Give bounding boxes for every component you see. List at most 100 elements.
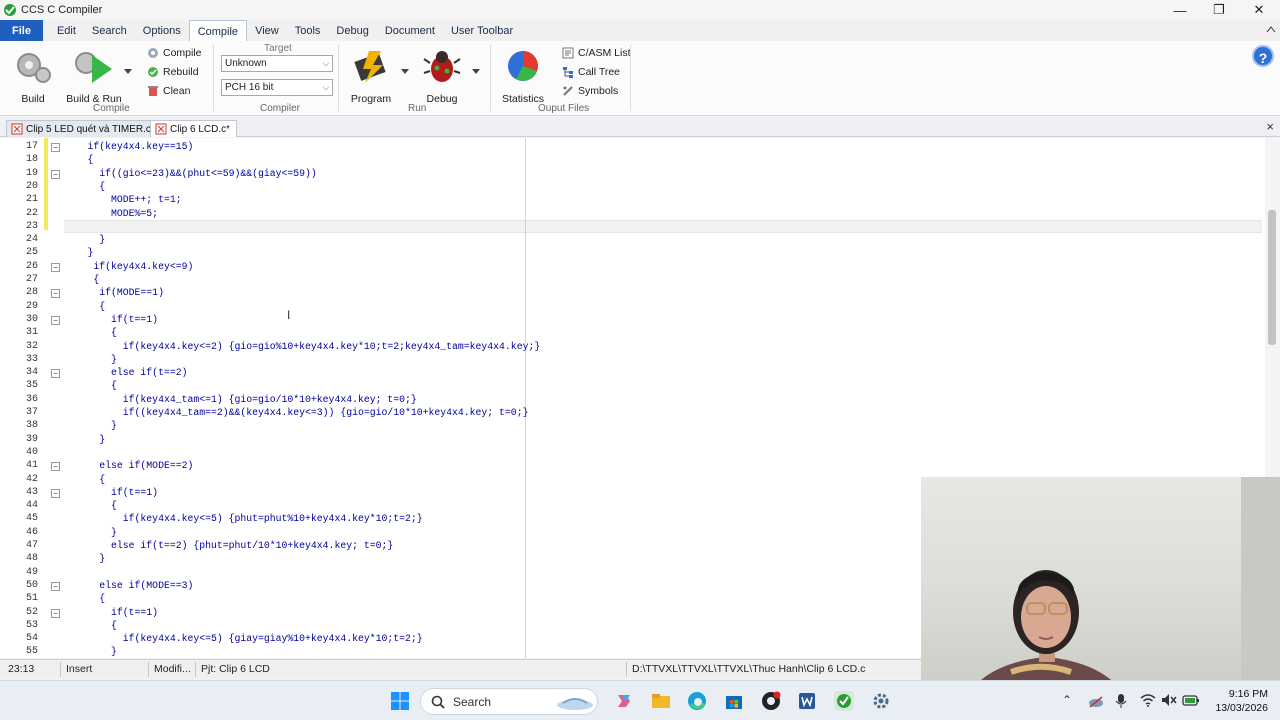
word-icon[interactable] bbox=[797, 691, 817, 711]
ribbon: Build Build & Run Compile Rebuild Clean … bbox=[0, 41, 1280, 116]
menu-document[interactable]: Document bbox=[377, 20, 443, 41]
chrome-debug-icon[interactable] bbox=[761, 691, 781, 711]
restore-button[interactable]: ❐ bbox=[1199, 0, 1239, 20]
build-run-dropdown-icon[interactable] bbox=[124, 69, 132, 75]
taskbar-search[interactable]: Search bbox=[420, 688, 598, 715]
line-number: 33 bbox=[25, 353, 38, 365]
fold-toggle-icon[interactable]: − bbox=[51, 315, 60, 325]
program-dropdown-icon[interactable] bbox=[401, 69, 409, 75]
line-number: 28 bbox=[25, 287, 38, 299]
line-number: 35 bbox=[25, 380, 38, 392]
minimize-button[interactable]: — bbox=[1160, 0, 1200, 20]
wifi-icon[interactable] bbox=[1140, 693, 1156, 707]
fold-toggle-icon[interactable]: − bbox=[51, 289, 60, 299]
microphone-icon[interactable] bbox=[1115, 693, 1127, 709]
menu-edit[interactable]: Edit bbox=[49, 20, 84, 41]
compiler-select[interactable]: PCH 16 bit ⌵ bbox=[221, 79, 333, 96]
document-tabs: Clip 5 LED quét và TIMER.c Clip 6 LCD.c*… bbox=[0, 118, 1280, 137]
presenter-video-image bbox=[981, 477, 1280, 680]
group-compile-label: Compile bbox=[93, 103, 130, 114]
debug-dropdown-icon[interactable] bbox=[472, 69, 480, 75]
target-value: Unknown bbox=[225, 58, 267, 69]
program-button[interactable]: Program bbox=[346, 47, 396, 105]
debug-button[interactable]: Debug bbox=[420, 47, 464, 105]
modified-lines-marker bbox=[44, 138, 48, 230]
code-line: else if(MODE==3) bbox=[64, 579, 194, 591]
fold-toggle-icon[interactable]: − bbox=[51, 462, 60, 472]
settings-app-icon[interactable] bbox=[871, 691, 891, 711]
volume-muted-icon[interactable] bbox=[1161, 693, 1177, 707]
tab-clip6[interactable]: Clip 6 LCD.c* bbox=[150, 120, 238, 137]
group-run-label: Run bbox=[408, 103, 427, 114]
menu-user-toolbar[interactable]: User Toolbar bbox=[443, 20, 521, 41]
close-tab-icon[interactable]: × bbox=[1266, 119, 1274, 134]
windows-taskbar: Search ⌃ 9:16 PM 13/03/2026 bbox=[0, 680, 1280, 720]
menu-tools[interactable]: Tools bbox=[287, 20, 329, 41]
file-explorer-icon[interactable] bbox=[651, 691, 671, 711]
compile-button[interactable]: Compile bbox=[147, 47, 202, 59]
target-select[interactable]: Unknown ⌵ bbox=[221, 55, 333, 72]
webcam-overlay bbox=[921, 477, 1280, 680]
code-line: } bbox=[64, 247, 94, 259]
pie-chart-icon bbox=[508, 51, 538, 81]
line-number: 55 bbox=[25, 646, 38, 658]
taskbar-clock[interactable]: 9:16 PM 13/03/2026 bbox=[1215, 687, 1268, 715]
target-chevron-icon: ⌵ bbox=[322, 59, 329, 68]
build-label: Build bbox=[21, 93, 45, 105]
compile-gear-icon bbox=[148, 48, 158, 58]
tab-clip5[interactable]: Clip 5 LED quét và TIMER.c bbox=[6, 120, 158, 137]
cursor-position: 23:13 bbox=[8, 663, 35, 675]
line-number: 25 bbox=[25, 247, 38, 259]
menu-compile[interactable]: Compile bbox=[188, 20, 248, 41]
casm-list-button[interactable]: C/ASM List bbox=[562, 47, 631, 59]
fold-toggle-icon[interactable]: − bbox=[51, 488, 60, 498]
debug-bug-icon bbox=[423, 51, 461, 82]
menu-file[interactable]: File bbox=[0, 20, 43, 41]
fold-toggle-icon[interactable]: − bbox=[51, 143, 60, 152]
menu-options[interactable]: Options bbox=[135, 20, 189, 41]
fold-toggle-icon[interactable]: − bbox=[51, 581, 60, 591]
line-number: 26 bbox=[25, 260, 38, 272]
code-line: } bbox=[64, 553, 106, 565]
clean-button[interactable]: Clean bbox=[147, 85, 190, 97]
build-run-button[interactable]: Build & Run bbox=[66, 47, 122, 105]
line-number: 20 bbox=[25, 180, 38, 192]
menu-search[interactable]: Search bbox=[84, 20, 135, 41]
menu-view[interactable]: View bbox=[247, 20, 287, 41]
fold-toggle-icon[interactable]: − bbox=[51, 169, 60, 179]
search-highlight-icon bbox=[557, 697, 593, 710]
store-icon[interactable] bbox=[724, 691, 744, 711]
close-window-button[interactable]: ✕ bbox=[1239, 0, 1279, 20]
text-cursor-icon: I bbox=[287, 308, 291, 322]
statistics-button[interactable]: Statistics bbox=[500, 47, 546, 105]
ribbon-collapse-icon[interactable] bbox=[1266, 25, 1276, 33]
code-line: MODE++; t=1; bbox=[64, 194, 182, 206]
windows-start-icon[interactable] bbox=[390, 691, 410, 711]
edge-browser-icon[interactable] bbox=[687, 691, 707, 711]
battery-icon[interactable] bbox=[1182, 693, 1200, 707]
copilot-icon[interactable] bbox=[614, 691, 634, 711]
code-line: if(MODE==1) bbox=[64, 287, 164, 299]
fold-toggle-icon[interactable]: − bbox=[51, 369, 60, 379]
menu-debug[interactable]: Debug bbox=[328, 20, 376, 41]
scrollbar-thumb[interactable] bbox=[1268, 210, 1276, 345]
symbols-icon bbox=[563, 86, 573, 96]
onedrive-icon[interactable] bbox=[1088, 693, 1104, 709]
edit-mode: Insert bbox=[66, 663, 93, 675]
clean-label: Clean bbox=[163, 85, 191, 97]
ccs-compiler-taskbar-icon[interactable] bbox=[834, 691, 854, 711]
fold-toggle-icon[interactable]: − bbox=[51, 608, 60, 618]
rebuild-button[interactable]: Rebuild bbox=[147, 66, 199, 78]
fold-toggle-icon[interactable]: − bbox=[51, 262, 60, 272]
symbols-button[interactable]: Symbols bbox=[562, 85, 618, 97]
group-compiler-label: Compiler bbox=[260, 103, 301, 114]
line-number: 32 bbox=[25, 340, 38, 352]
build-button[interactable]: Build bbox=[10, 47, 56, 105]
status-divider bbox=[626, 662, 627, 677]
group-divider bbox=[490, 45, 491, 111]
code-line: } bbox=[64, 420, 117, 432]
call-tree-button[interactable]: Call Tree bbox=[562, 66, 620, 78]
tray-overflow-icon[interactable]: ⌃ bbox=[1062, 693, 1072, 707]
help-icon[interactable]: ? bbox=[1252, 45, 1274, 67]
code-line: if(key4x4_tam<=1) {gio=gio/10*10+key4x4.… bbox=[64, 393, 417, 405]
